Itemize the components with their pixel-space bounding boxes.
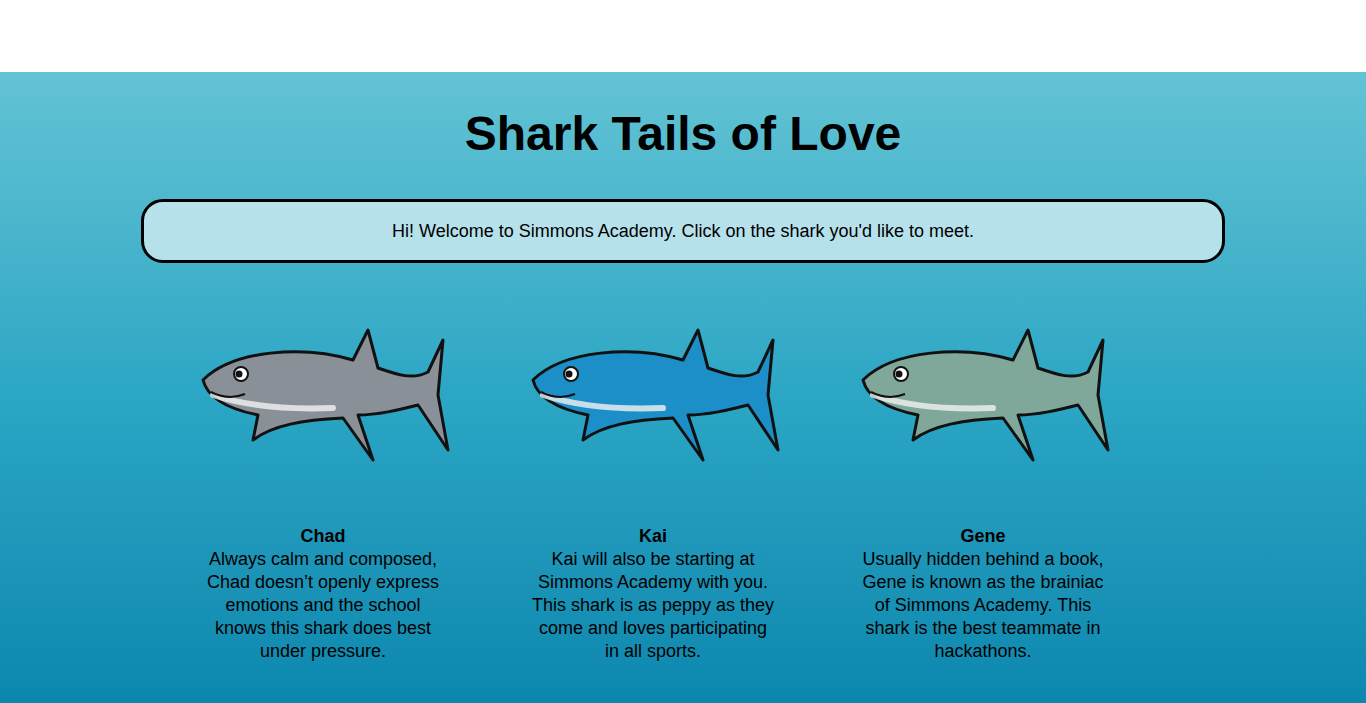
welcome-text: Hi! Welcome to Simmons Academy. Click on… — [392, 220, 974, 243]
top-band — [0, 0, 1366, 72]
page-title: Shark Tails of Love — [0, 106, 1366, 162]
shark-card[interactable]: ChadAlways calm and composed, Chad doesn… — [158, 295, 488, 663]
shark-description: Usually hidden behind a book, Gene is kn… — [861, 548, 1106, 663]
shark-picture[interactable] — [523, 300, 783, 490]
page: Shark Tails of Love Hi! Welcome to Simmon… — [0, 0, 1366, 703]
shark-card[interactable]: GeneUsually hidden behind a book, Gene i… — [818, 295, 1148, 663]
shark-name: Chad — [301, 525, 346, 548]
shark-picture[interactable] — [853, 300, 1113, 490]
shark-name: Gene — [960, 525, 1005, 548]
shark-name: Kai — [639, 525, 667, 548]
ocean-section: Shark Tails of Love Hi! Welcome to Simmon… — [0, 72, 1366, 703]
shark-picture[interactable] — [193, 300, 453, 490]
shark-list: ChadAlways calm and composed, Chad doesn… — [0, 295, 1366, 663]
shark-card[interactable]: KaiKai will also be starting at Simmons … — [488, 295, 818, 663]
shark-description: Kai will also be starting at Simmons Aca… — [531, 548, 776, 663]
welcome-box: Hi! Welcome to Simmons Academy. Click on… — [141, 199, 1225, 263]
shark-description: Always calm and composed, Chad doesn’t o… — [201, 548, 446, 663]
